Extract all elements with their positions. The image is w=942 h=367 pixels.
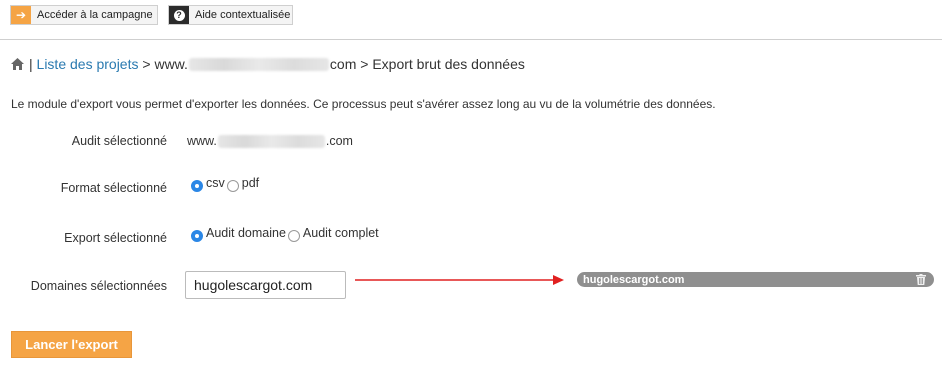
format-csv-radio[interactable] (191, 180, 203, 192)
format-pdf-label: pdf (241, 176, 260, 190)
export-option-complete[interactable]: Audit complet (287, 226, 379, 242)
redacted-domain (188, 57, 329, 71)
arrow-right-icon: ➔ (11, 6, 31, 24)
export-domain-label: Audit domaine (206, 226, 286, 240)
access-campaign-button[interactable]: ➔ Accéder à la campagne (10, 5, 158, 25)
intro-text: Le module d'export vous permet d'exporte… (11, 97, 716, 111)
format-csv-label: csv (206, 176, 225, 190)
format-pdf-radio[interactable] (226, 180, 239, 192)
audit-value: www. .com (187, 134, 353, 148)
breadcrumb-site-suffix: com (329, 56, 357, 72)
breadcrumb-current-page: Export brut des données (372, 56, 525, 72)
format-radio-group: csv pdf (191, 176, 261, 192)
audit-label: Audit sélectionné (71, 134, 167, 148)
breadcrumb-arrow: > (360, 56, 369, 72)
contextual-help-label: Aide contextualisée (195, 9, 291, 21)
domains-label: Domaines sélectionnées (30, 279, 167, 293)
audit-value-prefix: www. (187, 134, 217, 148)
trash-icon[interactable] (916, 274, 926, 285)
selected-domain-tag-label: hugolescargot.com (583, 273, 685, 286)
home-icon[interactable] (11, 58, 24, 70)
projects-list-link[interactable]: Liste des projets (37, 56, 139, 72)
domain-input[interactable] (185, 271, 346, 299)
export-complete-radio[interactable] (287, 230, 300, 242)
redacted-domain (217, 134, 325, 148)
export-option-domain[interactable]: Audit domaine (191, 226, 286, 242)
format-option-pdf[interactable]: pdf (226, 176, 260, 192)
format-option-csv[interactable]: csv (191, 176, 225, 192)
audit-value-suffix: .com (325, 134, 353, 148)
access-campaign-label: Accéder à la campagne (37, 9, 153, 21)
export-complete-label: Audit complet (302, 226, 379, 240)
breadcrumb: | Liste des projets > www. com > Export … (11, 56, 525, 72)
export-radio-group: Audit domaine Audit complet (191, 226, 381, 242)
contextual-help-button[interactable]: ? Aide contextualisée (168, 5, 293, 25)
launch-export-button[interactable]: Lancer l'export (11, 331, 132, 358)
export-label: Export sélectionné (64, 231, 167, 245)
format-label: Format sélectionné (60, 181, 167, 195)
breadcrumb-arrow: > (142, 56, 151, 72)
export-domain-radio[interactable] (191, 230, 203, 242)
top-toolbar: ➔ Accéder à la campagne ? Aide contextua… (0, 0, 942, 40)
question-icon: ? (169, 6, 189, 24)
breadcrumb-site-prefix: www. (154, 56, 188, 72)
red-arrow-annotation (355, 275, 564, 285)
selected-domain-tag: hugolescargot.com (577, 272, 934, 287)
breadcrumb-separator: | (29, 56, 33, 72)
